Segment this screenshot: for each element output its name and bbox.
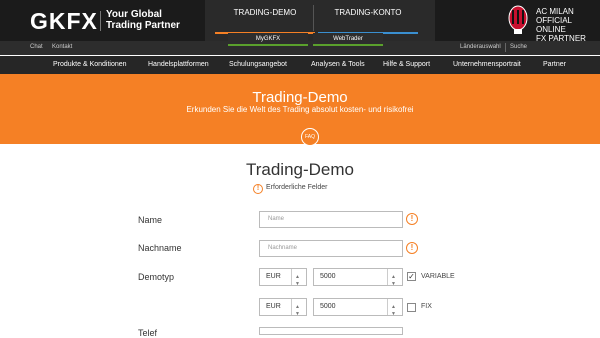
currency-select-1[interactable]: EUR <box>259 268 307 292</box>
nav-produkte[interactable]: Produkte & Konditionen <box>53 61 127 68</box>
variable-checkbox[interactable]: ✓ <box>407 272 416 281</box>
partner-line1: AC MILAN <box>536 7 574 16</box>
select-divider <box>387 299 388 315</box>
amount-value-2: 5000 <box>320 303 336 310</box>
amount-select-2[interactable]: 5000 <box>313 298 403 322</box>
partner-text: AC MILAN OFFICIAL ONLINE FX PARTNER <box>536 7 600 43</box>
name-warning-icon: ! <box>406 213 418 225</box>
banner-title: Trading-Demo <box>252 89 348 106</box>
kontakt-link[interactable]: Kontakt <box>52 44 72 50</box>
telefon-input[interactable] <box>259 327 403 335</box>
amount-value-1: 5000 <box>320 273 336 280</box>
tab-trading-konto[interactable]: TRADING-KONTO <box>318 0 418 34</box>
select-divider <box>387 269 388 285</box>
partner-line2: OFFICIAL ONLINE <box>536 16 572 34</box>
fix-checkbox[interactable] <box>407 303 416 312</box>
faq-button[interactable]: FAQ <box>301 128 319 146</box>
tagline-line1: Your Global <box>106 9 162 20</box>
country-select-link[interactable]: Länderauswahl <box>460 44 501 50</box>
tagline: Your Global Trading Partner <box>106 9 180 31</box>
form-title: Trading-Demo <box>245 160 355 179</box>
nav-handelsplattformen[interactable]: Handelsplattformen <box>148 61 209 68</box>
mygkfx-link[interactable]: MyGKFX <box>228 33 308 46</box>
gkfx-logo[interactable]: GKFX <box>30 8 98 35</box>
amount-select-1[interactable]: 5000 <box>313 268 403 292</box>
ac-milan-crest-icon[interactable] <box>508 4 528 36</box>
logo-divider <box>100 11 101 31</box>
stepper-arrows-icon <box>295 299 303 322</box>
select-divider <box>291 299 292 315</box>
nav-unternehmensportrait[interactable]: Unternehmensportrait <box>453 61 521 68</box>
nav-schulungsangebot[interactable]: Schulungsangebot <box>229 61 287 68</box>
required-note: Erforderliche Felder <box>266 184 328 191</box>
name-input[interactable]: Name <box>259 211 403 228</box>
tagline-line2: Trading Partner <box>106 20 180 31</box>
banner-subtitle: Erkunden Sie die Welt des Trading absolu… <box>186 105 414 114</box>
webtrader-link[interactable]: WebTrader <box>313 33 383 46</box>
fix-label: FIX <box>421 303 432 310</box>
name-label: Name <box>138 215 163 225</box>
stepper-arrows-icon <box>391 299 399 322</box>
currency-value-2: EUR <box>266 303 281 310</box>
tab-divider <box>313 5 314 31</box>
telefon-label: Telef <box>138 328 158 338</box>
nav-hilfe[interactable]: Hilfe & Support <box>383 61 430 68</box>
currency-value-1: EUR <box>266 273 281 280</box>
utility-divider <box>505 43 506 52</box>
demotyp-label: Demotyp <box>138 272 175 282</box>
currency-select-2[interactable]: EUR <box>259 298 307 322</box>
variable-label: VARIABLE <box>421 273 455 280</box>
nav-analysen[interactable]: Analysen & Tools <box>311 61 365 68</box>
stepper-arrows-icon <box>295 269 303 292</box>
warning-icon: ! <box>253 184 263 194</box>
nachname-label: Nachname <box>138 243 182 253</box>
stepper-arrows-icon <box>391 269 399 292</box>
nav-partner[interactable]: Partner <box>543 61 566 68</box>
tab-trading-demo[interactable]: TRADING-DEMO <box>215 0 315 34</box>
search-link[interactable]: Suche <box>510 44 527 50</box>
nachname-warning-icon: ! <box>406 242 418 254</box>
chat-link[interactable]: Chat <box>30 44 43 50</box>
select-divider <box>291 269 292 285</box>
nachname-input[interactable]: Nachname <box>259 240 403 257</box>
